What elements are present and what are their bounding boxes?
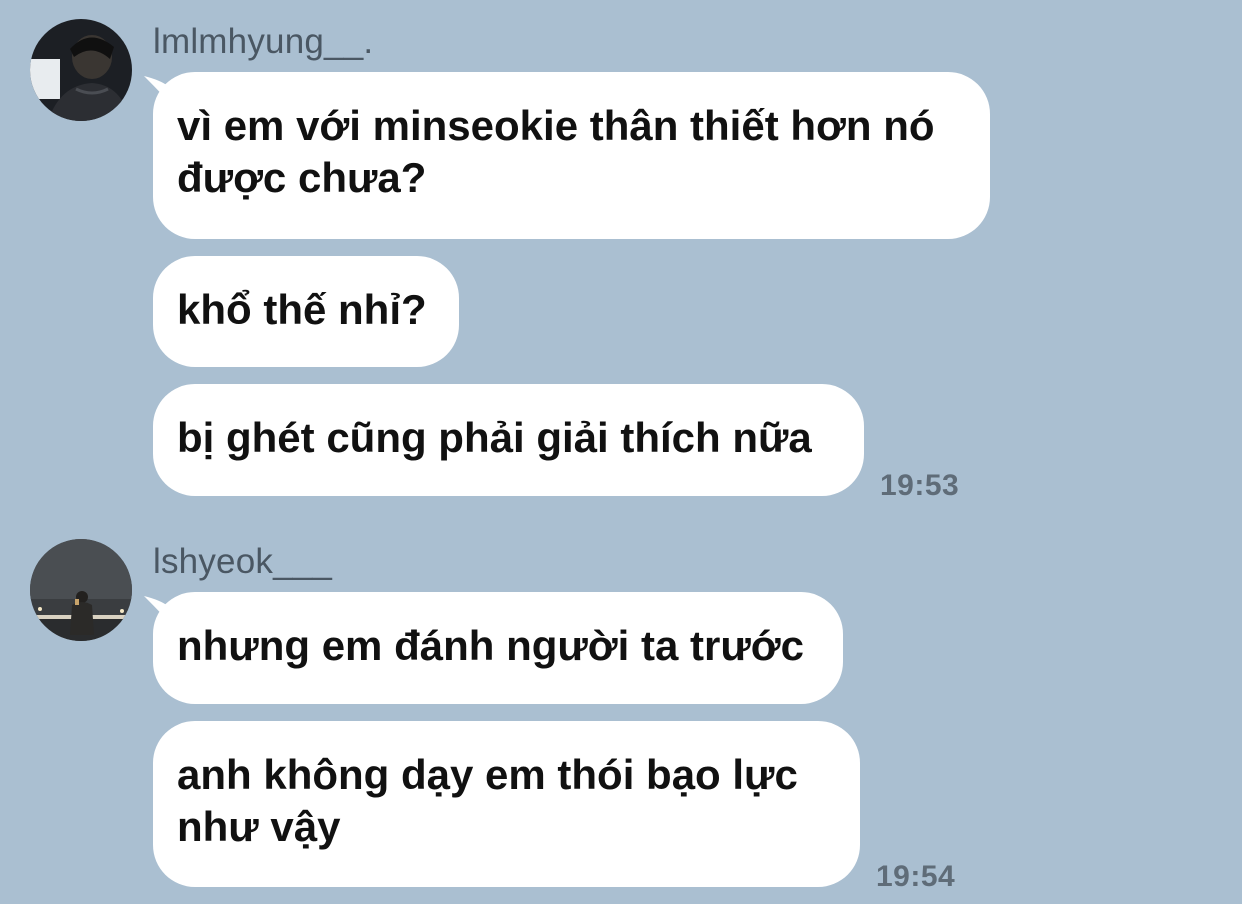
- message-bubble[interactable]: nhưng em đánh người ta trước: [153, 592, 843, 704]
- message-bubble[interactable]: khổ thế nhỉ?: [153, 256, 459, 367]
- sender-name: lshyeok___: [153, 542, 333, 581]
- message-bubble[interactable]: bị ghét cũng phải giải thích nữa: [153, 384, 864, 496]
- sender-avatar-2[interactable]: [30, 539, 132, 641]
- message-timestamp: 19:54: [876, 860, 956, 893]
- sender-name: lmlmhyung__.: [153, 22, 374, 61]
- sender-avatar-1[interactable]: [30, 19, 132, 121]
- avatar-photo-icon: [30, 19, 132, 121]
- chat-background: lmlmhyung__. vì em với minseokie thân th…: [0, 0, 1242, 904]
- message-bubble[interactable]: anh không dạy em thói bạo lực như vậy: [153, 721, 860, 887]
- message-timestamp: 19:53: [880, 469, 960, 502]
- avatar-photo-icon: [30, 539, 132, 641]
- message-bubble[interactable]: vì em với minseokie thân thiết hơn nó đư…: [153, 72, 990, 239]
